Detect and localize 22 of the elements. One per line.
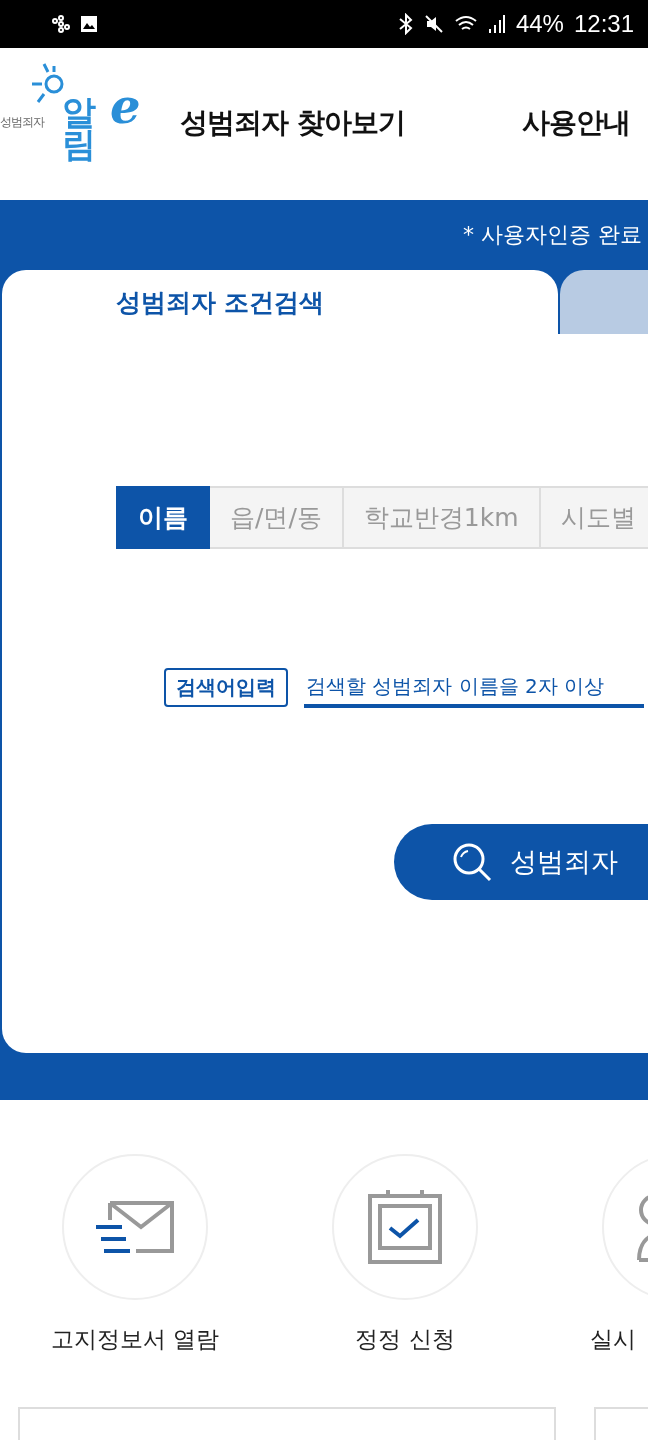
quick-link-circle[interactable] [332,1154,478,1300]
image-icon [80,15,98,33]
search-type-tab[interactable]: 이름 [116,486,210,549]
nav-link[interactable]: 성범죄자 찾아보기 [180,104,405,142]
bluetooth-icon [397,13,414,35]
envelope-icon [96,1200,174,1254]
panel-tab[interactable]: 성범죄자 조건검색 [2,270,558,334]
signal-icon [487,14,506,34]
pinwheel-icon [52,15,70,33]
quick-link-label[interactable]: 정정 신청 [355,1324,455,1355]
auth-notice: * 사용자인증 완료 [463,222,642,247]
clock-time: 12:31 [573,10,634,38]
search-label: 검색어입력 [164,667,288,707]
search-button[interactable]: 성범죄자 [394,824,648,900]
quick-link-label[interactable]: 고지정보서 열람 [50,1324,220,1355]
battery-percent: 44% [515,10,564,38]
nav-link[interactable]: 사용안내 [522,104,630,142]
quick-link-label[interactable]: 실시 [590,1324,636,1355]
mute-icon [423,14,444,34]
quick-link-circle[interactable] [62,1154,208,1300]
search-icon [452,842,492,882]
calendar-check-icon [368,1190,442,1264]
